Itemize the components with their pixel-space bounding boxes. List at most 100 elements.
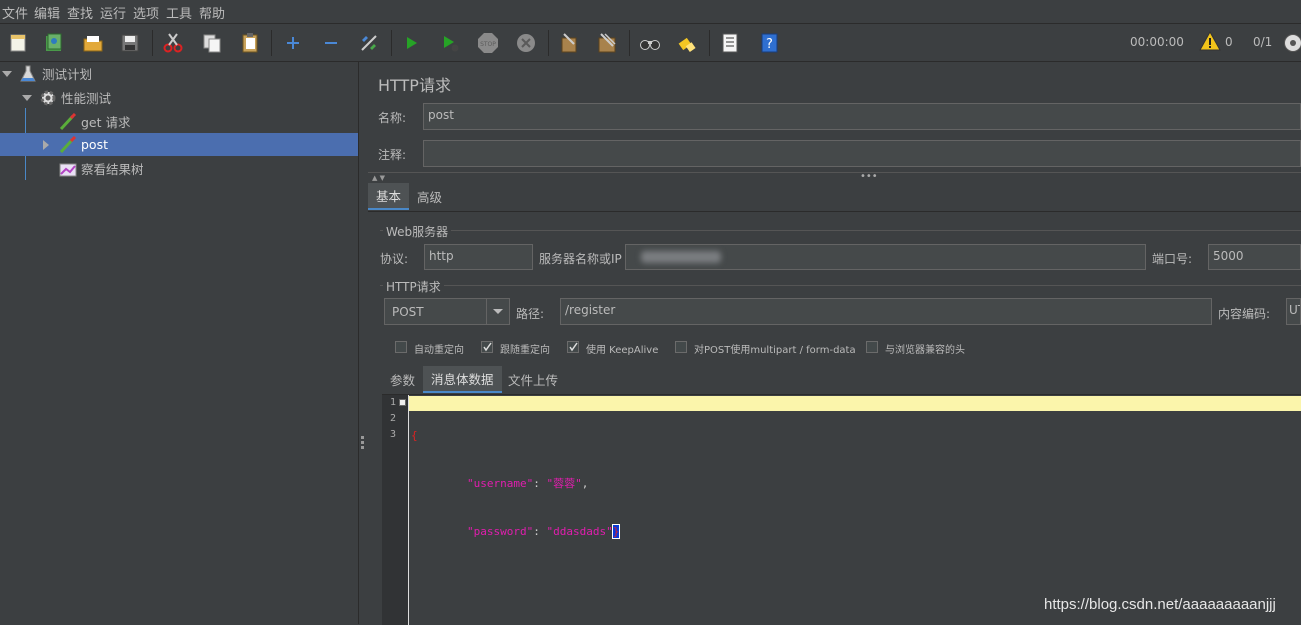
shutdown-icon[interactable] (513, 30, 539, 56)
paste-icon[interactable] (237, 30, 263, 56)
sampler-pipette-icon (58, 113, 78, 131)
tree-node-post-selected[interactable]: post (0, 133, 358, 156)
copy-icon[interactable] (199, 30, 225, 56)
tab-advanced[interactable]: 高级 (409, 183, 450, 210)
chevron-down-icon[interactable] (486, 299, 509, 324)
server-field[interactable] (625, 244, 1146, 270)
thread-group-gear-icon (38, 88, 58, 108)
auto-redirect-checkbox[interactable] (395, 341, 407, 353)
warning-icon[interactable] (1199, 31, 1221, 54)
collapse-icon[interactable] (318, 30, 344, 56)
toggle-icon[interactable] (356, 30, 382, 56)
clear-icon[interactable] (556, 30, 582, 56)
code-sep: : (533, 525, 546, 538)
encoding-field[interactable]: UT (1286, 298, 1301, 325)
help-icon[interactable]: ? (756, 30, 782, 56)
section-divider[interactable]: ▲ ▼ ••• (368, 172, 1301, 183)
path-label: 路径: (516, 305, 544, 322)
keepalive-label: 使用 KeepAlive (586, 341, 658, 356)
tree-node-test-plan[interactable]: 测试计划 (0, 62, 358, 85)
path-field[interactable]: /register (560, 298, 1212, 325)
templates-icon[interactable] (41, 30, 67, 56)
browser-headers-checkbox[interactable] (866, 341, 878, 353)
body-tab-bar: 参数 消息体数据 文件上传 (382, 366, 1301, 394)
encoding-label: 内容编码: (1218, 305, 1270, 322)
expand-arrow-icon[interactable] (2, 71, 12, 77)
open-icon[interactable] (80, 30, 106, 56)
menu-tools[interactable]: 工具 (166, 3, 192, 22)
menu-options[interactable]: 选项 (133, 3, 159, 22)
menu-file[interactable]: 文件 (2, 3, 28, 22)
body-data-editor[interactable]: 1 2 3 { "username": "蓉蓉", "password": "d… (382, 394, 1301, 625)
tab-file-upload[interactable]: 文件上传 (500, 366, 566, 393)
function-helper-icon[interactable] (717, 30, 743, 56)
svg-text:?: ? (766, 37, 773, 52)
http-request-group-title: HTTP请求 (383, 278, 444, 295)
port-label: 端口号: (1152, 250, 1192, 267)
code-value: "蓉蓉" (546, 477, 581, 490)
method-select[interactable]: POST (384, 298, 510, 325)
tree-label: 性能测试 (61, 88, 111, 107)
web-server-title: Web服务器 (383, 223, 451, 240)
port-field[interactable]: 5000 (1208, 244, 1301, 270)
tree-node-get-request[interactable]: get 请求 (0, 110, 358, 133)
sampler-pipette-icon (58, 136, 78, 154)
code-value: "ddasdads" (546, 525, 612, 538)
auto-redirect-label: 自动重定向 (414, 341, 464, 356)
expand-icon[interactable] (280, 30, 306, 56)
clear-all-icon[interactable] (594, 30, 620, 56)
code-key: "password" (467, 525, 533, 538)
splitter-handle[interactable] (360, 436, 365, 450)
redacted-server-blur (641, 251, 721, 263)
editor-code: { "username": "蓉蓉", "password": "ddasdad… (411, 396, 619, 572)
menu-bar: 文件 编辑 查找 运行 选项 工具 帮助 (0, 0, 1301, 24)
remote-status-icon[interactable] (1283, 33, 1301, 56)
search-icon[interactable] (637, 30, 663, 56)
menu-search[interactable]: 查找 (67, 3, 93, 22)
name-field[interactable]: post (423, 103, 1301, 130)
sampler-editor-panel: HTTP请求 名称: post 注释: ▲ ▼ ••• 基本 高级 Web服务器… (368, 62, 1301, 624)
start-no-pause-icon[interactable] (437, 30, 463, 56)
follow-redirect-label: 跟随重定向 (500, 341, 550, 356)
code-sep: , (582, 477, 589, 490)
watermark: https://blog.csdn.net/aaaaaaaaanjjj (1044, 596, 1276, 613)
multipart-checkbox[interactable] (675, 341, 687, 353)
follow-redirect-checkbox[interactable] (481, 341, 493, 353)
name-label: 名称: (378, 109, 406, 126)
fold-icon[interactable] (399, 399, 406, 406)
tree-node-thread-group[interactable]: 性能测试 (0, 86, 358, 109)
cut-icon[interactable] (160, 30, 186, 56)
menu-help[interactable]: 帮助 (199, 3, 225, 22)
tree-node-view-results-tree[interactable]: 察看结果树 (0, 157, 358, 180)
tree-label: get 请求 (81, 112, 131, 131)
listener-graph-icon (58, 160, 78, 178)
toolbar: STOP ? 00:00:00 0 0/1 (0, 24, 1301, 62)
new-icon[interactable] (5, 30, 31, 56)
menu-edit[interactable]: 编辑 (34, 3, 60, 22)
panel-title: HTTP请求 (378, 72, 451, 96)
expand-arrow-icon[interactable] (22, 95, 32, 101)
tab-parameters[interactable]: 参数 (382, 366, 423, 393)
method-value: POST (392, 305, 424, 319)
comment-label: 注释: (378, 146, 406, 163)
collapse-arrow-icon[interactable] (43, 140, 49, 150)
warning-count: 0 (1225, 35, 1233, 49)
elapsed-timer: 00:00:00 (1130, 35, 1184, 49)
line-number: 3 (390, 429, 396, 440)
tab-basic[interactable]: 基本 (368, 183, 409, 210)
tab-body-data[interactable]: 消息体数据 (423, 366, 502, 393)
comment-field[interactable] (423, 140, 1301, 167)
code-sep: : (533, 477, 546, 490)
test-plan-icon (20, 65, 38, 83)
stop-icon[interactable]: STOP (475, 30, 501, 56)
code-brace-matched: } (613, 525, 620, 538)
protocol-field[interactable]: http (424, 244, 533, 270)
protocol-label: 协议: (380, 250, 408, 267)
menu-run[interactable]: 运行 (100, 3, 126, 22)
reset-search-icon[interactable] (674, 30, 700, 56)
keepalive-checkbox[interactable] (567, 341, 579, 353)
start-icon[interactable] (398, 30, 424, 56)
line-number: 1 (390, 397, 396, 408)
save-icon[interactable] (117, 30, 143, 56)
code-key: "username" (467, 477, 533, 490)
